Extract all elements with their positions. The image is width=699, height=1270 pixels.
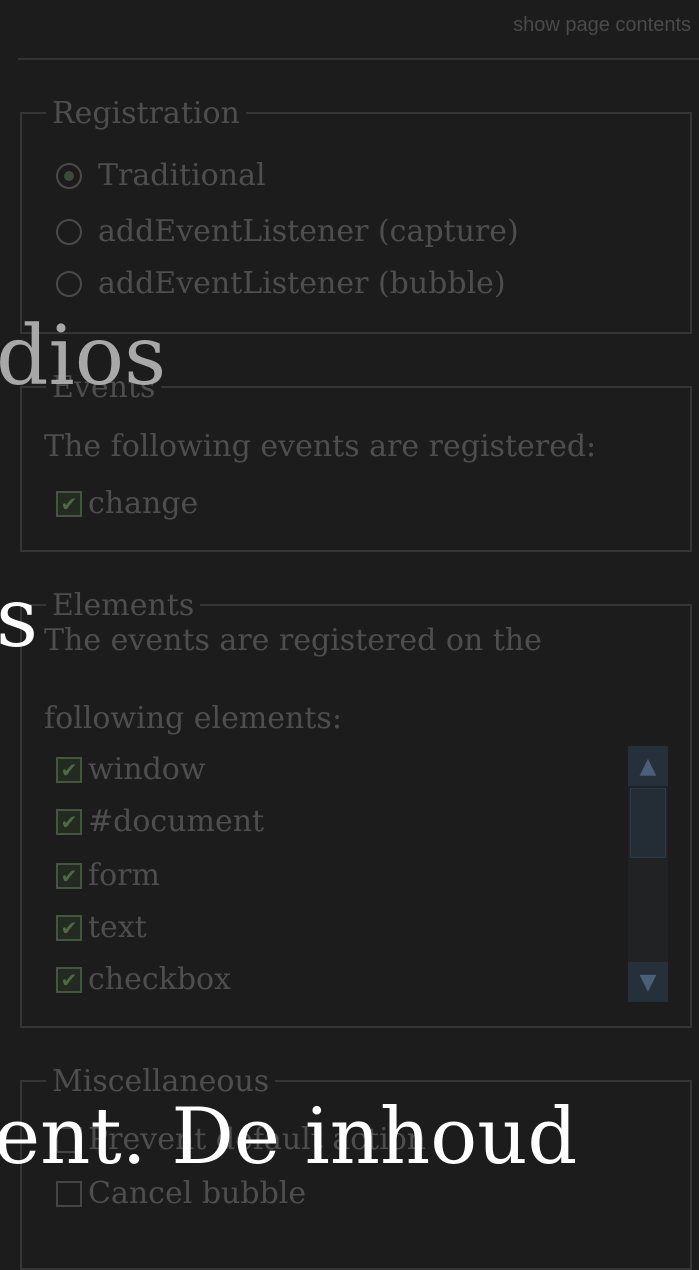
show-page-contents-link[interactable]: show page contents <box>513 14 691 37</box>
checkbox-checked-icon[interactable]: ✔ <box>56 756 82 783</box>
checkbox-checked-icon[interactable]: ✔ <box>56 862 82 889</box>
radio-capture[interactable]: addEventListener (capture) <box>56 214 519 249</box>
events-description: The following events are registered: <box>44 429 597 464</box>
checkbox-checked-icon[interactable]: ✔ <box>56 914 82 941</box>
overlay-text-line1: dios <box>0 309 167 404</box>
checkbox-label: form <box>88 858 160 893</box>
element-checkbox-document[interactable]: ✔ #document <box>56 804 264 839</box>
radio-unselected-icon[interactable] <box>56 270 82 297</box>
element-checkbox-form[interactable]: ✔ form <box>56 858 160 893</box>
elements-scrollbar[interactable]: ▲ ▼ <box>628 746 668 1002</box>
overlay-text-line3: ent. De inhoud <box>0 1092 578 1182</box>
elements-legend: Elements <box>46 588 201 623</box>
scroll-down-icon[interactable]: ▼ <box>628 962 668 1002</box>
checkbox-label: text <box>88 910 147 945</box>
top-divider <box>18 58 699 60</box>
checkbox-label: window <box>88 752 206 787</box>
registration-legend: Registration <box>46 96 246 131</box>
element-checkbox-text[interactable]: ✔ text <box>56 910 147 945</box>
scroll-up-icon[interactable]: ▲ <box>628 746 668 786</box>
checkbox-checked-icon[interactable]: ✔ <box>56 808 82 835</box>
radio-selected-icon[interactable] <box>56 162 82 189</box>
events-fieldset: Events The following events are register… <box>20 370 692 552</box>
elements-description-line2: following elements: <box>44 701 342 736</box>
radio-bubble[interactable]: addEventListener (bubble) <box>56 266 506 301</box>
element-checkbox-checkbox[interactable]: ✔ checkbox <box>56 962 231 997</box>
radio-label: addEventListener (capture) <box>98 214 519 249</box>
overlay-text-line2: s <box>0 571 39 666</box>
event-checkbox-change[interactable]: ✔ change <box>56 486 198 521</box>
scroll-thumb[interactable] <box>630 788 666 858</box>
radio-label: addEventListener (bubble) <box>98 266 506 301</box>
checkbox-checked-icon[interactable]: ✔ <box>56 966 82 993</box>
element-checkbox-window[interactable]: ✔ window <box>56 752 206 787</box>
radio-unselected-icon[interactable] <box>56 218 82 245</box>
registration-fieldset: Registration Traditional addEventListene… <box>20 96 692 334</box>
elements-fieldset: Elements The events are registered on th… <box>20 588 692 1028</box>
radio-label: Traditional <box>98 158 266 193</box>
checkbox-label: change <box>88 486 199 521</box>
checkbox-label: #document <box>88 804 265 839</box>
elements-description-line1: The events are registered on the <box>44 623 542 658</box>
checkbox-label: checkbox <box>88 962 232 997</box>
checkbox-checked-icon[interactable]: ✔ <box>56 490 82 517</box>
checkbox-unchecked-icon[interactable] <box>56 1180 82 1207</box>
radio-traditional[interactable]: Traditional <box>56 158 266 193</box>
